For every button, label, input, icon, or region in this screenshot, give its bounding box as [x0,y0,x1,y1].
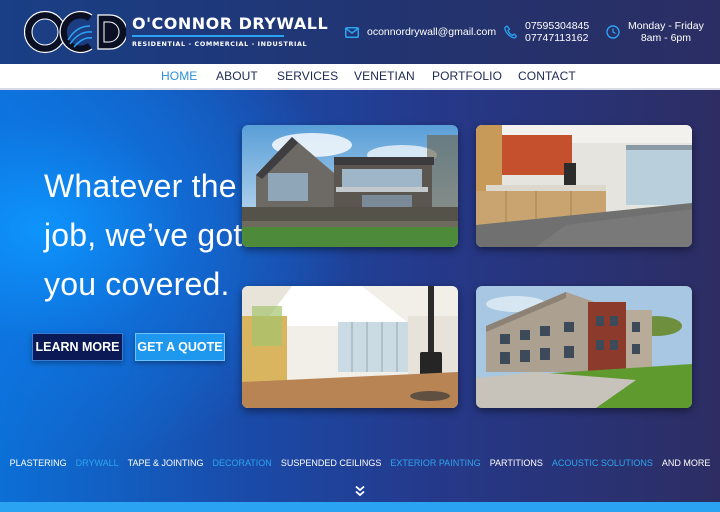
nav-item-services[interactable]: SERVICES [277,64,338,88]
nav-item-about[interactable]: ABOUT [216,64,258,88]
opening-hours: Monday - Friday 8am - 6pm [628,20,704,44]
service-exterior-painting[interactable]: EXTERIOR PAINTING [390,458,480,472]
phone-numbers: 07595304845 07747113162 [525,20,589,44]
service-decoration[interactable]: DECORATION [212,458,271,472]
headline-line-3: you covered. [44,266,230,302]
email-text[interactable]: oconnordrywall@gmail.com [367,26,496,38]
service-tape-jointing[interactable]: TAPE & JOINTING [128,458,204,472]
phone-number-1[interactable]: 07595304845 [525,20,589,32]
photo-apartment-building[interactable] [476,286,692,408]
services-list: PLASTERING DRYWALL TAPE & JOINTING DECOR… [0,458,720,472]
phone-number-2[interactable]: 07747113162 [525,32,588,44]
hours-time: 8am - 6pm [640,32,692,44]
service-plastering[interactable]: PLASTERING [10,458,67,472]
brand-block: O'CONNOR DRYWALL RESIDENTIAL - COMMERCIA… [132,15,328,48]
headline-line-2: job, we’ve got [44,217,243,253]
envelope-icon [345,26,359,38]
hero-section: Whatever the job, we’ve got you covered.… [0,90,720,502]
photo-living-room[interactable] [242,286,458,408]
nav-item-portfolio[interactable]: PORTFOLIO [432,64,502,88]
nav-item-venetian[interactable]: VENETIAN [354,64,415,88]
hours-days: Monday - Friday [628,20,704,32]
main-nav: HOME ABOUT SERVICES VENETIAN PORTFOLIO C… [0,64,720,90]
contact-email[interactable]: oconnordrywall@gmail.com [345,0,496,64]
brand-divider [132,35,284,37]
service-partitions[interactable]: PARTITIONS [490,458,543,472]
learn-more-button[interactable]: LEARN MORE [32,333,123,361]
brand-tagline: RESIDENTIAL - COMMERCIAL - INDUSTRIAL [132,40,308,48]
brand-name: O'CONNOR DRYWALL [132,14,329,33]
get-a-quote-button[interactable]: GET A QUOTE [135,333,225,361]
service-suspended-ceilings[interactable]: SUSPENDED CEILINGS [281,458,382,472]
clock-icon [606,25,620,39]
headline-line-1: Whatever the [44,168,237,204]
contact-hours: Monday - Friday 8am - 6pm [606,0,704,64]
hero-headline: Whatever the job, we’ve got you covered. [44,162,244,309]
photo-house-exterior[interactable] [242,125,458,247]
double-chevron-down-icon[interactable] [354,484,366,497]
photo-kitchen-interior[interactable] [476,125,692,247]
service-and-more[interactable]: AND MORE [662,458,711,472]
bottom-accent-bar [0,502,720,512]
nav-item-home[interactable]: HOME [161,64,197,88]
ocd-logo[interactable] [23,10,128,54]
service-drywall[interactable]: DRYWALL [76,458,119,472]
site-header: O'CONNOR DRYWALL RESIDENTIAL - COMMERCIA… [0,0,720,64]
contact-phone[interactable]: 07595304845 07747113162 [504,0,589,64]
service-acoustic-solutions[interactable]: ACOUSTIC SOLUTIONS [552,458,653,472]
nav-item-contact[interactable]: CONTACT [518,64,576,88]
phone-icon [504,25,517,39]
